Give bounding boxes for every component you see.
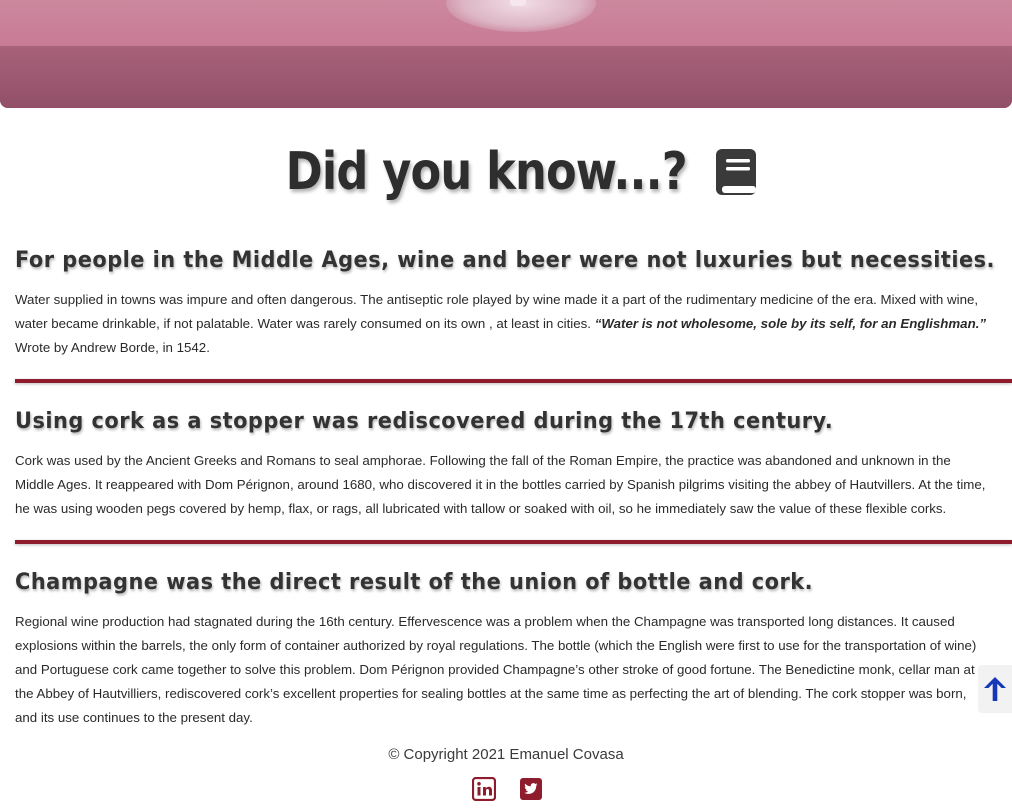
hero-table-surface [0,46,1012,108]
linkedin-icon[interactable] [472,777,496,801]
section-divider [15,379,1012,383]
fact-quote: “Water is not wholesome, sole by its sel… [594,316,987,331]
page-title: Did you know...? [285,142,687,202]
fact-body: Cork was used by the Ancient Greeks and … [15,453,986,516]
book-icon [716,149,757,195]
fact-body: Regional wine production had stagnated d… [15,614,977,725]
hero-banner-image [0,0,1012,108]
did-you-know-heading: Did you know...? [0,140,1012,204]
fact-title: For people in the Middle Ages, wine and … [15,248,995,273]
section-divider [15,540,1012,544]
fact-article-1: For people in the Middle Ages, wine and … [15,248,1012,360]
fact-body: Water supplied in towns was impure and o… [15,288,990,360]
fact-body-text-end: Wrote by Andrew Borde, in 1542. [15,340,210,355]
fact-title: Using cork as a stopper was rediscovered… [15,409,834,434]
scroll-to-top-button[interactable] [978,665,1012,713]
fact-article-2: Using cork as a stopper was rediscovered… [15,409,1012,521]
arrow-up-icon [984,677,1006,701]
wine-glass-stem [510,0,526,6]
twitter-icon[interactable] [519,777,543,801]
fact-title: Champagne was the direct result of the u… [15,570,814,595]
fact-article-3: Champagne was the direct result of the u… [15,570,1012,726]
copyright-text: © Copyright 2021 Emanuel Covasa [388,746,624,763]
